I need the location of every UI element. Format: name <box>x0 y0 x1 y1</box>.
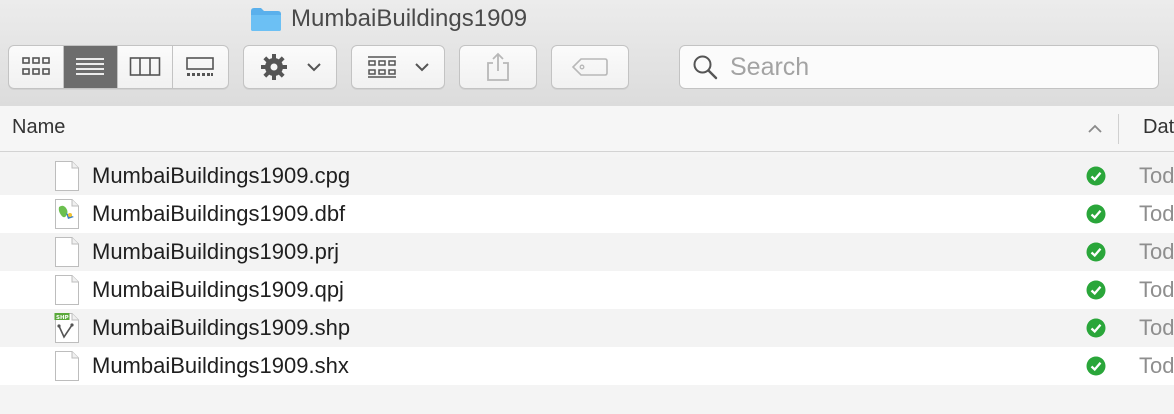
chevron-down-icon <box>415 63 429 72</box>
document-icon <box>55 275 79 305</box>
gallery-icon <box>186 57 215 76</box>
checkmark-icon <box>1086 280 1106 300</box>
file-name: MumbaiBuildings1909.prj <box>92 239 340 264</box>
file-row[interactable]: MumbaiBuildings1909.prj Tod <box>0 233 1174 271</box>
file-list: MumbaiBuildings1909.cpg Tod MumbaiBuildi… <box>0 157 1174 385</box>
file-date: Tod <box>1139 201 1174 226</box>
shp-file-icon: SHP <box>54 313 79 343</box>
share-icon <box>487 52 509 81</box>
search-input[interactable] <box>728 51 1132 83</box>
grid-icon <box>21 57 50 75</box>
share-button[interactable] <box>459 45 537 89</box>
document-icon <box>55 161 79 191</box>
document-icon <box>55 351 79 381</box>
file-row[interactable]: MumbaiBuildings1909.dbf Tod <box>0 195 1174 233</box>
group-menu-button[interactable] <box>351 45 445 89</box>
dbf-file-icon <box>55 199 79 229</box>
chevron-up-icon[interactable] <box>1087 124 1103 134</box>
file-row[interactable]: MumbaiBuildings1909.cpg Tod <box>0 157 1174 195</box>
file-row[interactable]: MumbaiBuildings1909.shx Tod <box>0 347 1174 385</box>
checkmark-icon <box>1086 204 1106 224</box>
action-menu-button[interactable] <box>243 45 337 89</box>
gear-icon <box>261 54 287 80</box>
file-row[interactable]: SHP MumbaiBuildings1909.shp Tod <box>0 309 1174 347</box>
search-field[interactable] <box>679 45 1159 89</box>
group-icon <box>368 56 396 78</box>
file-name: MumbaiBuildings1909.dbf <box>92 201 346 226</box>
list-icon <box>76 58 105 75</box>
file-name: MumbaiBuildings1909.qpj <box>92 277 344 302</box>
window-title-text: MumbaiBuildings1909 <box>291 5 528 32</box>
checkmark-icon <box>1086 242 1106 262</box>
view-mode-control <box>8 45 229 89</box>
chevron-down-icon <box>307 63 321 72</box>
file-name: MumbaiBuildings1909.shx <box>92 353 349 378</box>
file-date: Tod <box>1139 353 1174 378</box>
search-icon <box>693 55 718 80</box>
column-header: Name Dat <box>0 106 1174 152</box>
file-name: MumbaiBuildings1909.shp <box>92 315 351 340</box>
file-date: Tod <box>1139 277 1174 302</box>
file-date: Tod <box>1139 239 1174 264</box>
checkmark-icon <box>1086 318 1106 338</box>
folder-icon <box>251 8 281 31</box>
document-icon <box>55 237 79 267</box>
file-name: MumbaiBuildings1909.cpg <box>92 163 351 188</box>
file-date: Tod <box>1139 163 1174 188</box>
list-view-button[interactable] <box>63 46 118 88</box>
checkmark-icon <box>1086 356 1106 376</box>
tag-icon <box>571 58 608 76</box>
checkmark-icon <box>1086 166 1106 186</box>
svg-text:SHP: SHP <box>56 315 69 321</box>
column-view-button[interactable] <box>118 46 173 88</box>
window-toolbar: MumbaiBuildings1909 <box>0 0 1174 107</box>
date-column-header[interactable]: Dat <box>1143 116 1174 139</box>
column-divider[interactable] <box>1118 114 1119 144</box>
tags-button[interactable] <box>551 45 629 89</box>
gallery-view-button[interactable] <box>173 46 228 88</box>
columns-icon <box>129 57 161 76</box>
file-row[interactable]: MumbaiBuildings1909.qpj Tod <box>0 271 1174 309</box>
name-column-header[interactable]: Name <box>12 116 65 139</box>
file-date: Tod <box>1139 315 1174 340</box>
window-title: MumbaiBuildings1909 <box>250 4 527 34</box>
icon-view-button[interactable] <box>9 46 64 88</box>
